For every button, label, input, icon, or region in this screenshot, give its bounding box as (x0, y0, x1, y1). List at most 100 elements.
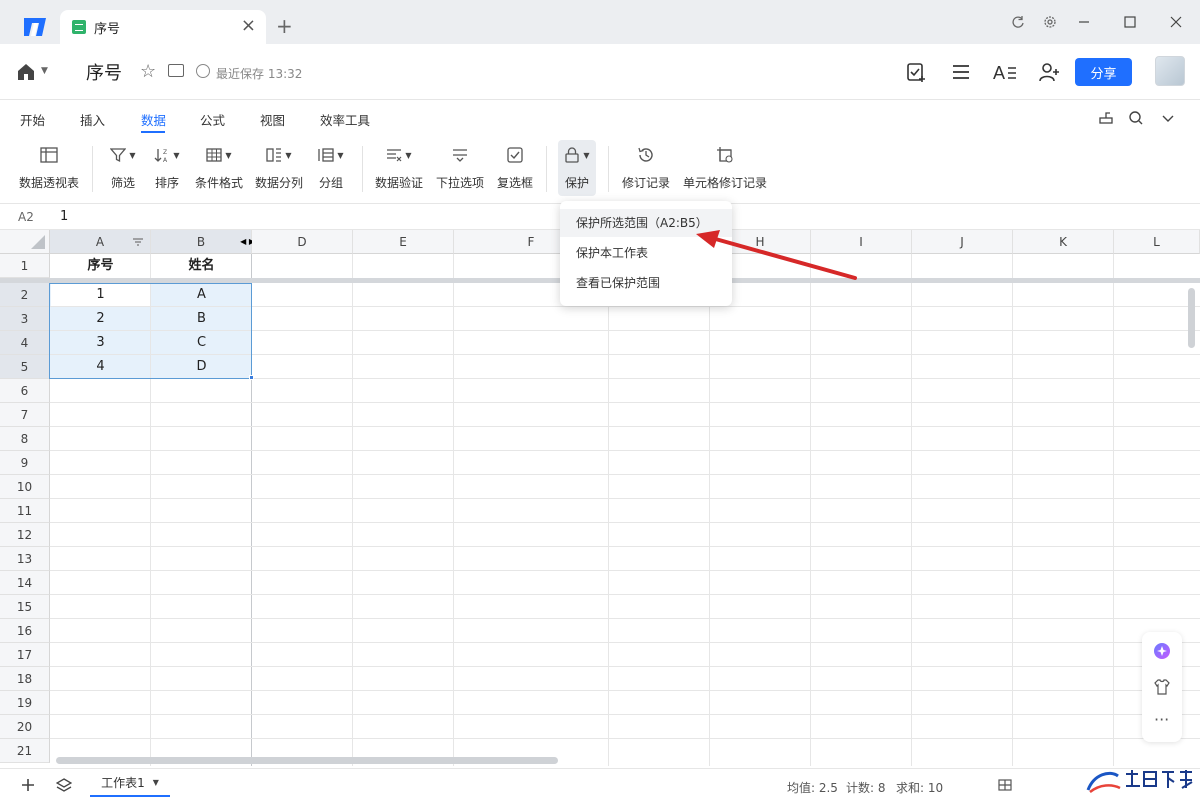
row-header[interactable]: 9 (0, 451, 50, 475)
protect-button[interactable]: ▼ 保护 (558, 140, 596, 196)
row-header[interactable]: 16 (0, 619, 50, 643)
dropdown-options-button[interactable]: 下拉选项 (434, 142, 486, 191)
title-bar: 序号 × + (0, 0, 1200, 44)
fill-handle[interactable] (249, 375, 254, 380)
column-header-a[interactable]: A (50, 230, 151, 254)
column-header-j[interactable]: J (912, 230, 1013, 254)
column-header-b[interactable]: B ◀ ▶ (151, 230, 255, 254)
ai-assistant-icon[interactable] (1153, 642, 1171, 660)
row-header[interactable]: 4 (0, 331, 50, 355)
cell-header-index[interactable]: 序号 (50, 254, 151, 278)
ribbon-divider (608, 146, 609, 192)
row-header[interactable]: 14 (0, 571, 50, 595)
document-title[interactable]: 序号 (86, 59, 122, 85)
cell-header-name[interactable]: 姓名 (151, 254, 252, 278)
column-header-k[interactable]: K (1013, 230, 1114, 254)
cell-revision-history-button[interactable]: 单元格修订记录 (682, 142, 768, 191)
column-header-l[interactable]: L (1114, 230, 1200, 254)
settings-icon[interactable] (1040, 12, 1060, 32)
sheet-icon (72, 20, 86, 34)
home-icon[interactable] (16, 62, 36, 82)
save-check-icon (196, 64, 210, 78)
row-header[interactable]: 15 (0, 595, 50, 619)
column-header-e[interactable]: E (353, 230, 454, 254)
add-sheet-icon[interactable] (20, 777, 36, 793)
more-options-icon[interactable]: ··· (1154, 710, 1169, 729)
conditional-format-button[interactable]: ▼ 条件格式 (194, 142, 244, 191)
ribbon-toolbar: 数据透视表 ▼ 筛选 ZA▼ 排序 ▼ 条件格式 ▼ 数据分列 ▼ 分组 ▼ (0, 136, 1200, 204)
refresh-icon[interactable] (1008, 12, 1028, 32)
spreadsheet-grid[interactable]: A B ◀ ▶ D E F H I J K L 1 2 3 4 5 6 7 8 … (0, 230, 1200, 766)
name-box[interactable]: A2 (18, 210, 34, 224)
checkbox-button[interactable]: 复选框 (496, 142, 534, 191)
row-header[interactable]: 18 (0, 667, 50, 691)
move-to-folder-icon[interactable] (168, 64, 184, 77)
text-format-icon[interactable]: A (993, 60, 1017, 84)
search-icon[interactable] (1124, 106, 1148, 130)
row-header[interactable]: 11 (0, 499, 50, 523)
sheet-tab[interactable]: 工作表1 ▼ (90, 769, 170, 797)
menu-list-icon[interactable] (949, 60, 973, 84)
active-tab-indicator (141, 131, 165, 133)
pivot-table-icon (40, 142, 58, 168)
sheet-bar: 工作表1 ▼ 均值: 2.5 计数: 8 求和: 10 (0, 768, 1200, 800)
tab-formula[interactable]: 公式 (200, 110, 225, 129)
row-header[interactable]: 8 (0, 427, 50, 451)
add-collaborator-icon[interactable] (1037, 60, 1061, 84)
row-header[interactable]: 19 (0, 691, 50, 715)
group-button[interactable]: ▼ 分组 (314, 142, 348, 191)
row-header[interactable]: 21 (0, 739, 50, 763)
pivot-table-button[interactable]: 数据透视表 (18, 142, 80, 191)
row-header[interactable]: 12 (0, 523, 50, 547)
collapse-ribbon-chevron-down-icon[interactable] (1156, 106, 1180, 130)
tab-efficiency-tools[interactable]: 效率工具 (320, 110, 370, 129)
floating-toolbar: ··· (1142, 632, 1182, 742)
row-header[interactable]: 13 (0, 547, 50, 571)
share-button[interactable]: 分享 (1075, 58, 1132, 86)
tab-start[interactable]: 开始 (20, 110, 45, 129)
tab-title: 序号 (94, 21, 121, 37)
app-logo-icon[interactable] (22, 14, 48, 40)
horizontal-scrollbar[interactable] (56, 757, 558, 764)
site-watermark-logo (1086, 770, 1193, 794)
minimize-icon[interactable] (1074, 12, 1094, 32)
row-header[interactable]: 6 (0, 379, 50, 403)
format-painter-icon[interactable] (1094, 106, 1118, 130)
annotation-arrow-icon (696, 230, 857, 280)
skin-theme-icon[interactable] (1153, 678, 1171, 696)
grid-view-icon[interactable] (998, 779, 1012, 791)
row-header[interactable]: 1 (0, 254, 50, 278)
maximize-icon[interactable] (1120, 12, 1140, 32)
sheet-tab-chevron-down-icon[interactable]: ▼ (153, 778, 159, 787)
tab-view[interactable]: 视图 (260, 110, 285, 129)
home-menu-chevron-down-icon[interactable]: ▼ (41, 66, 48, 76)
revision-history-button[interactable]: 修订记录 (620, 142, 672, 191)
select-all-corner[interactable] (0, 230, 50, 254)
column-header-d[interactable]: D (252, 230, 353, 254)
row-header[interactable]: 7 (0, 403, 50, 427)
row-header[interactable]: 5 (0, 355, 50, 379)
tab-insert[interactable]: 插入 (80, 110, 105, 129)
sort-button[interactable]: Z A ▼ 排序 (150, 142, 184, 191)
column-filter-icon[interactable] (132, 236, 144, 248)
filter-button[interactable]: ▼ 筛选 (106, 142, 140, 191)
star-icon[interactable]: ☆ (140, 61, 156, 82)
row-header[interactable]: 3 (0, 307, 50, 331)
tab-close-icon[interactable]: × (241, 16, 256, 36)
vertical-scrollbar[interactable] (1188, 288, 1195, 348)
row-header[interactable]: 17 (0, 643, 50, 667)
row-header[interactable]: 2 (0, 283, 50, 307)
avatar[interactable] (1155, 56, 1185, 86)
formula-input[interactable]: 1 (60, 209, 68, 224)
row-header[interactable]: 10 (0, 475, 50, 499)
document-tab[interactable]: 序号 × (60, 10, 266, 44)
tab-data[interactable]: 数据 (141, 110, 166, 129)
row-header[interactable]: 20 (0, 715, 50, 739)
approve-doc-icon[interactable] (904, 60, 928, 84)
filter-icon: ▼ (110, 142, 136, 168)
data-validation-button[interactable]: ▼ 数据验证 (374, 142, 424, 191)
sheet-list-layers-icon[interactable] (56, 777, 72, 793)
close-window-icon[interactable] (1166, 12, 1186, 32)
new-tab-button[interactable]: + (276, 16, 293, 36)
text-to-columns-button[interactable]: ▼ 数据分列 (254, 142, 304, 191)
